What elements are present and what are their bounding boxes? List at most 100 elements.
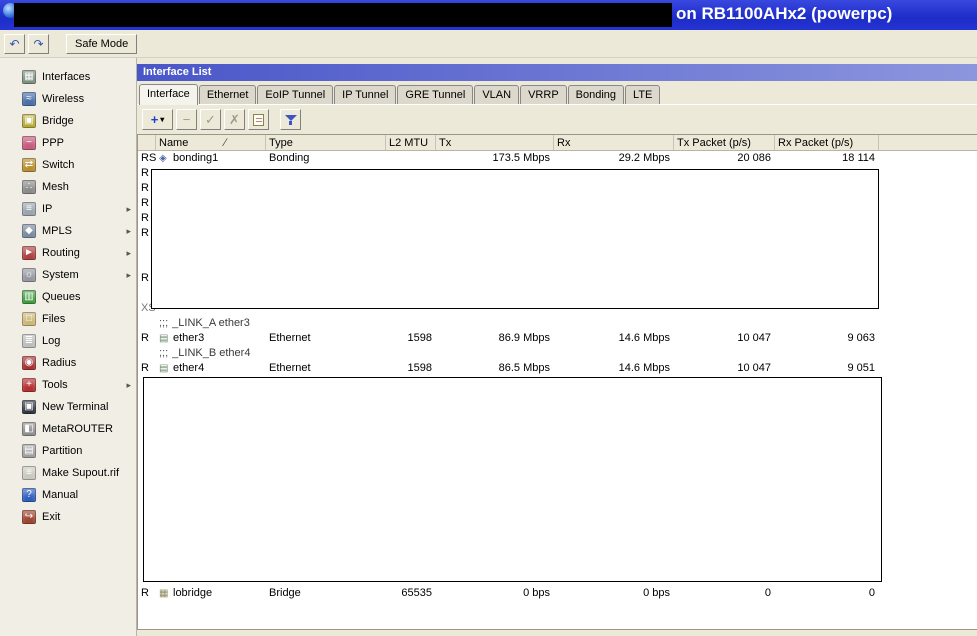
system-icon: ☼ xyxy=(22,268,36,282)
cell-l2mtu xyxy=(386,151,436,166)
chevron-right-icon: ▸ xyxy=(126,203,131,214)
sidebar-item-routing[interactable]: ► Routing ▸ xyxy=(0,242,136,264)
tools-icon: + xyxy=(22,378,36,392)
sidebar-item-manual[interactable]: ? Manual xyxy=(0,484,136,506)
table-header: Name ∕ Type L2 MTU Tx Rx Tx Packet (p/s) Rx Pac… xyxy=(138,135,977,151)
interface-icon: ▦ xyxy=(159,588,169,599)
sidebar-item-tools[interactable]: + Tools ▸ xyxy=(0,374,136,396)
sidebar-item-label: Exit xyxy=(42,511,61,523)
row-flags: R xyxy=(141,362,149,374)
comment-row[interactable]: ;;; _LINK_A ether3 xyxy=(138,316,977,331)
comment-marker: ;;; xyxy=(159,347,169,359)
comment-button[interactable] xyxy=(248,109,269,130)
sidebar-item-label: PPP xyxy=(42,137,65,149)
manual-icon: ? xyxy=(22,488,36,502)
tab-interface[interactable]: Interface xyxy=(139,84,198,105)
column-header-tx[interactable]: Tx xyxy=(436,135,554,150)
sidebar-item-switch[interactable]: ⇄ Switch xyxy=(0,154,136,176)
undo-button[interactable]: ↶ xyxy=(4,33,25,54)
tab-gre-tunnel[interactable]: GRE Tunnel xyxy=(397,85,474,104)
sidebar-item-label: MetaROUTER xyxy=(42,423,113,435)
log-icon: ≣ xyxy=(22,334,36,348)
cell-rx: 29.2 Mbps xyxy=(618,152,670,164)
row-flags: R xyxy=(141,332,149,344)
comment-row[interactable]: ;;; _LINK_B ether4 xyxy=(138,346,977,361)
redo-button[interactable]: ↷ xyxy=(28,33,49,54)
sidebar-item-mesh[interactable]: ∴ Mesh xyxy=(0,176,136,198)
tab-ethernet[interactable]: Ethernet xyxy=(198,85,257,104)
sidebar-item-queues[interactable]: ▥ Queues xyxy=(0,286,136,308)
tab-vlan[interactable]: VLAN xyxy=(474,85,520,104)
tab-eoip-tunnel[interactable]: EoIP Tunnel xyxy=(257,85,334,104)
sidebar-item-metarouter[interactable]: ◧ MetaROUTER xyxy=(0,418,136,440)
plus-icon: + xyxy=(150,112,159,127)
sidebar-item-label: Mesh xyxy=(42,181,69,193)
sidebar-item-interfaces[interactable]: ▦ Interfaces xyxy=(0,66,136,88)
tab-bonding[interactable]: Bonding xyxy=(567,85,625,104)
sidebar-item-label: Switch xyxy=(42,159,75,171)
add-button[interactable]: + ▾ xyxy=(142,109,173,130)
sidebar-item-files[interactable]: □ Files xyxy=(0,308,136,330)
table-row-lobridge[interactable]: R ▦ lobridge Bridge 65535 0 bps 0 bps 0 0 xyxy=(138,586,977,601)
table-row-ether4[interactable]: R ▤ ether4 Ethernet 1598 86.5 Mbps 14.6 Mbps 10… xyxy=(138,361,977,376)
make-supout-icon: ≡ xyxy=(22,466,36,480)
sidebar-item-exit[interactable]: ↪ Exit xyxy=(0,506,136,528)
bridge-icon: ▣ xyxy=(22,114,36,128)
redacted-region xyxy=(138,376,977,586)
sidebar-item-system[interactable]: ☼ System ▸ xyxy=(0,264,136,286)
sidebar-item-radius[interactable]: ◉ Radius xyxy=(0,352,136,374)
sidebar-item-label: Routing xyxy=(42,247,80,259)
table-row-bonding1[interactable]: RS ◈ bonding1 Bonding 173.5 Mbps 29.2 Mbps 20 … xyxy=(138,151,977,166)
column-header-name[interactable]: Name ∕ xyxy=(156,135,266,150)
sidebar-item-log[interactable]: ≣ Log xyxy=(0,330,136,352)
cell-txp: 10 047 xyxy=(737,362,771,374)
sidebar-item-bridge[interactable]: ▣ Bridge xyxy=(0,110,136,132)
sidebar-item-ip[interactable]: ≡ IP ▸ xyxy=(0,198,136,220)
cell-rx: 14.6 Mbps xyxy=(618,362,670,374)
sidebar-item-new-terminal[interactable]: ▣ New Terminal xyxy=(0,396,136,418)
column-header-l2mtu[interactable]: L2 MTU xyxy=(386,135,436,150)
new-terminal-icon: ▣ xyxy=(22,400,36,414)
sidebar-item-wireless[interactable]: ≈ Wireless xyxy=(0,88,136,110)
sidebar-item-ppp[interactable]: ~ PPP xyxy=(0,132,136,154)
files-icon: □ xyxy=(22,312,36,326)
tab-vrrp[interactable]: VRRP xyxy=(520,85,567,104)
filter-button[interactable] xyxy=(280,109,301,130)
sidebar-item-label: System xyxy=(42,269,79,281)
interface-list-titlebar[interactable]: Interface List xyxy=(137,64,977,81)
sidebar-item-label: Partition xyxy=(42,445,83,457)
sidebar-item-make-supout-rif[interactable]: ≡ Make Supout.rif xyxy=(0,462,136,484)
tab-lte[interactable]: LTE xyxy=(625,85,661,104)
radius-icon: ◉ xyxy=(22,356,36,370)
interface-icon: ▤ xyxy=(159,363,169,374)
interface-icon: ◈ xyxy=(159,153,167,164)
sidebar-item-label: New Terminal xyxy=(42,401,109,413)
sidebar-item-label: Radius xyxy=(42,357,77,369)
cell-rxp: 0 xyxy=(868,587,875,599)
remove-button[interactable]: − xyxy=(176,109,197,130)
cell-tx: 0 bps xyxy=(523,587,550,599)
column-header-rxp[interactable]: Rx Packet (p/s) xyxy=(775,135,879,150)
enable-button[interactable]: ✓ xyxy=(200,109,221,130)
column-header-txp[interactable]: Tx Packet (p/s) xyxy=(674,135,775,150)
table-body: RS ◈ bonding1 Bonding 173.5 Mbps 29.2 Mbps 20 … xyxy=(138,151,977,601)
cell-l2mtu: 1598 xyxy=(407,332,432,344)
safe-mode-button[interactable]: Safe Mode xyxy=(66,33,138,54)
comment-icon xyxy=(253,113,264,126)
tab-ip-tunnel[interactable]: IP Tunnel xyxy=(334,85,397,104)
cell-tx: 173.5 Mbps xyxy=(492,152,550,164)
cell-name: ▤ ether4 xyxy=(159,362,205,374)
column-header-filler xyxy=(879,135,977,150)
column-header-rx[interactable]: Rx xyxy=(554,135,674,150)
interface-list-window: Interface List Interface Ethernet EoIP Tun… xyxy=(137,58,977,636)
sidebar-item-mpls[interactable]: ◆ MPLS ▸ xyxy=(0,220,136,242)
filter-funnel-icon xyxy=(284,114,297,125)
sidebar-item-label: Queues xyxy=(42,291,81,303)
disable-button[interactable]: ✗ xyxy=(224,109,245,130)
mpls-icon: ◆ xyxy=(22,224,36,238)
metarouter-icon: ◧ xyxy=(22,422,36,436)
sidebar-item-partition[interactable]: ▤ Partition xyxy=(0,440,136,462)
table-row-ether3[interactable]: R ▤ ether3 Ethernet 1598 86.9 Mbps 14.6 Mbps 10… xyxy=(138,331,977,346)
sidebar-item-label: Make Supout.rif xyxy=(42,467,120,479)
column-header-type[interactable]: Type xyxy=(266,135,386,150)
